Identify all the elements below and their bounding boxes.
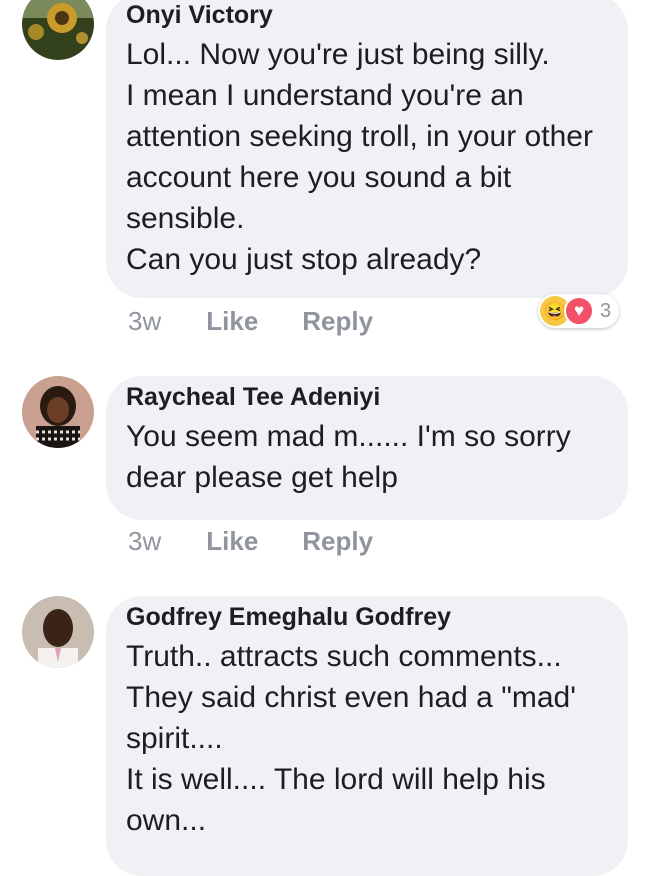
timestamp[interactable]: 3w	[128, 526, 161, 557]
comment-text: You seem mad m...... I'm so sorry dear p…	[126, 420, 571, 494]
timestamp[interactable]: 3w	[128, 306, 161, 337]
avatar[interactable]	[22, 0, 94, 60]
love-icon: ♥	[564, 296, 594, 326]
comment-actions: 3w Like Reply	[128, 305, 417, 337]
author-name[interactable]: Onyi Victory	[126, 0, 608, 30]
author-name[interactable]: Godfrey Emeghalu Godfrey	[126, 602, 608, 632]
comment-bubble: Onyi Victory Lol... Now you're just bein…	[106, 0, 628, 298]
author-name[interactable]: Raycheal Tee Adeniyi	[126, 382, 608, 412]
comment-text: Truth.. attracts such comments... They s…	[126, 640, 576, 837]
comment-actions: 3w Like Reply	[128, 525, 417, 557]
reaction-count: 3	[600, 299, 612, 322]
reaction-summary[interactable]: 😆 ♥ 3	[538, 294, 620, 328]
comment-bubble: Raycheal Tee Adeniyi You seem mad m.....…	[106, 376, 628, 520]
reply-button[interactable]: Reply	[302, 306, 373, 337]
reply-button[interactable]: Reply	[302, 526, 373, 557]
comment-bubble: Godfrey Emeghalu Godfrey Truth.. attract…	[106, 596, 628, 876]
like-button[interactable]: Like	[206, 526, 258, 557]
avatar[interactable]	[22, 376, 94, 448]
like-button[interactable]: Like	[206, 306, 258, 337]
comment-text: Lol... Now you're just being silly. I me…	[126, 38, 593, 276]
avatar[interactable]	[22, 596, 94, 668]
